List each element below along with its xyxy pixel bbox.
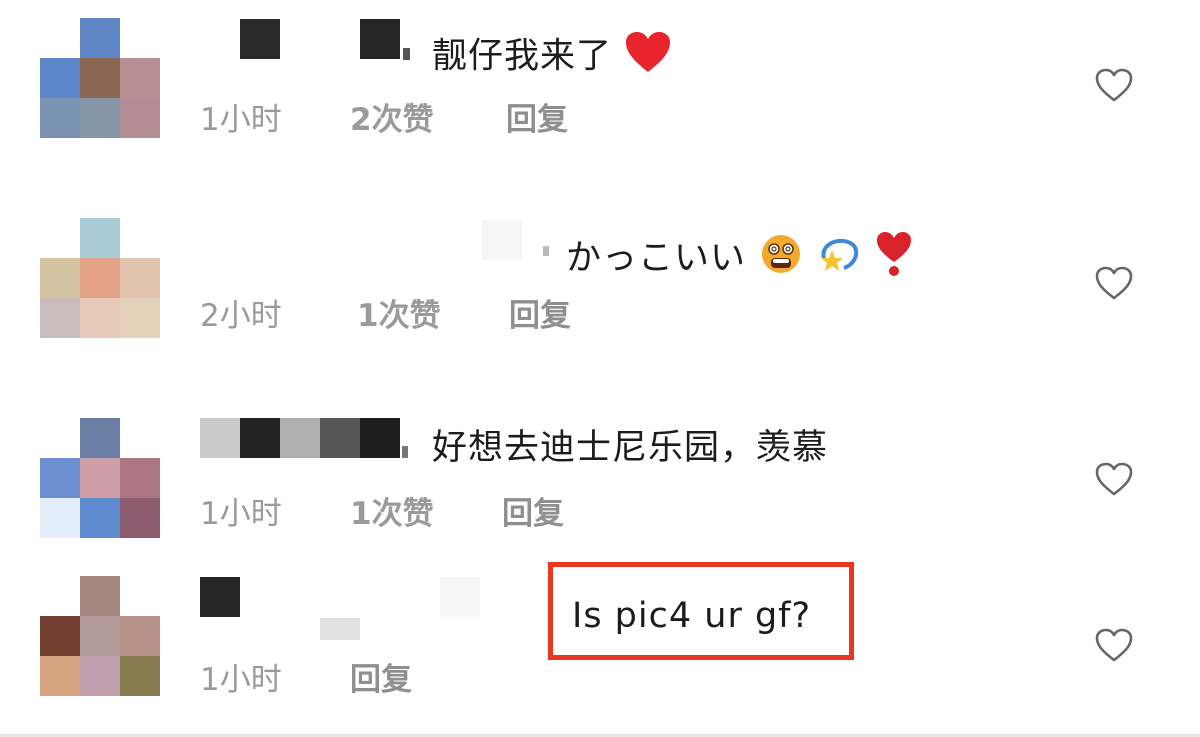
reply-button[interactable]: 回复 — [509, 296, 571, 336]
reply-button[interactable]: 回复 — [506, 100, 568, 140]
avatar[interactable] — [40, 18, 160, 138]
like-count: 2次赞 — [350, 102, 434, 138]
like-heart-icon[interactable] — [1094, 66, 1134, 104]
comment-item-1: 靓仔我来了 1小时 2次赞 回复 — [0, 0, 1200, 190]
like-heart-icon[interactable] — [1094, 264, 1134, 302]
dizzy-face-icon — [758, 232, 804, 287]
like-count: 1次赞 — [357, 298, 441, 334]
highlight-annotation-box — [548, 562, 854, 660]
comment-text: 靓仔我来了 — [432, 30, 672, 85]
comment-text: 好想去迪士尼乐园，羡慕 — [432, 428, 829, 468]
dizzy-star-icon — [816, 232, 862, 287]
like-count: 1次赞 — [350, 496, 434, 532]
avatar[interactable] — [40, 218, 160, 338]
comment-time: 1小时 — [200, 102, 282, 138]
heart-icon — [624, 30, 672, 85]
comment-time: 1小时 — [200, 662, 282, 698]
comment-item-2: かっこいい 2小时 1次赞 回复 — [0, 190, 1200, 390]
reply-button[interactable]: 回复 — [502, 494, 564, 534]
like-heart-icon[interactable] — [1094, 460, 1134, 498]
comment-item-3: 好想去迪士尼乐园，羡慕 1小时 1次赞 回复 — [0, 390, 1200, 560]
comment-time: 2小时 — [200, 298, 282, 334]
like-heart-icon[interactable] — [1094, 626, 1134, 664]
comment-text: かっこいい — [566, 230, 914, 289]
reply-button[interactable]: 回复 — [350, 660, 412, 700]
heart-exclamation-icon — [874, 230, 914, 289]
avatar[interactable] — [40, 418, 160, 538]
comment-time: 1小时 — [200, 496, 282, 532]
avatar[interactable] — [40, 576, 160, 696]
